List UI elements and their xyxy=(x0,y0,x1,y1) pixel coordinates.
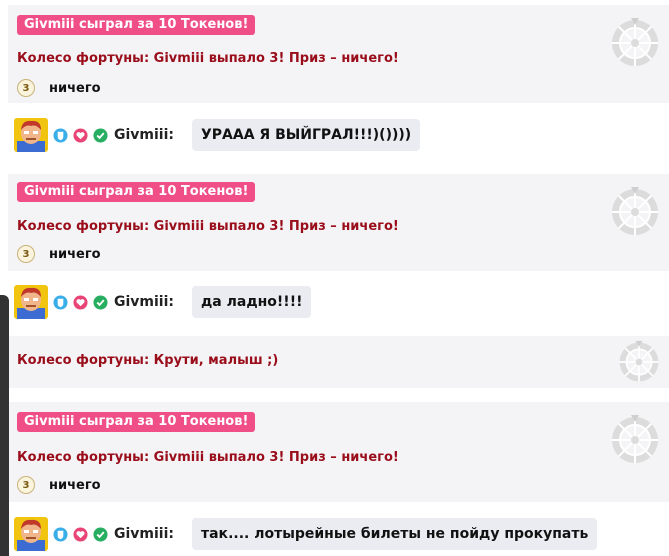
chat-feed: Givmiii сыграл за 10 Токенов! Колесо фор… xyxy=(0,0,669,556)
avatar[interactable] xyxy=(14,517,48,551)
username[interactable]: Givmiii: xyxy=(114,294,174,310)
message-bubble: УРААА Я ВЫЙГРАЛ!!!)()))) xyxy=(192,119,421,151)
username[interactable]: Givmiii: xyxy=(114,526,174,542)
prize-number-badge: 3 xyxy=(17,245,35,263)
message-bubble: да ладно!!!! xyxy=(192,286,312,318)
chat-message: Givmiii: да ладно!!!! xyxy=(14,283,312,321)
wheel-of-fortune-icon xyxy=(612,415,658,463)
wheel-result-block: Givmiii сыграл за 10 Токенов! Колесо фор… xyxy=(8,174,669,271)
token-badge: Givmiii сыграл за 10 Токенов! xyxy=(17,15,256,35)
token-badge: Givmiii сыграл за 10 Токенов! xyxy=(17,412,256,432)
shield-icon xyxy=(53,127,68,143)
prize-number-badge: 3 xyxy=(17,476,35,494)
prize-text: ничего xyxy=(49,246,101,262)
prize-row: 3 ничего xyxy=(17,244,101,264)
wheel-result-text: Колесо фортуны: Givmiii выпало 3! Приз –… xyxy=(17,51,399,66)
message-bubble: так.... лотырейные билеты не пойду проку… xyxy=(192,518,598,550)
username[interactable]: Givmiii: xyxy=(114,127,174,143)
wheel-spin-text: Колесо фортуны: Крути, малыш ;) xyxy=(17,353,279,368)
heart-icon xyxy=(73,127,88,143)
heart-icon xyxy=(73,526,88,542)
token-badge: Givmiii сыграл за 10 Токенов! xyxy=(17,182,256,202)
prize-text: ничего xyxy=(49,80,101,96)
heart-icon xyxy=(73,294,88,310)
prize-row: 3 ничего xyxy=(17,475,101,495)
avatar[interactable] xyxy=(14,118,48,152)
wheel-result-block: Givmiii сыграл за 10 Токенов! Колесо фор… xyxy=(8,5,669,103)
prize-number-badge: 3 xyxy=(17,79,35,97)
wheel-of-fortune-icon xyxy=(612,18,658,66)
check-icon xyxy=(93,294,108,310)
wheel-result-text: Колесо фортуны: Givmiii выпало 3! Приз –… xyxy=(17,450,399,465)
avatar[interactable] xyxy=(14,285,48,319)
shield-icon xyxy=(53,294,68,310)
wheel-of-fortune-icon xyxy=(612,187,658,235)
sidebar-edge xyxy=(0,295,9,556)
chat-message: Givmiii: УРААА Я ВЫЙГРАЛ!!!)()))) xyxy=(14,116,421,154)
chat-message: Givmiii: так.... лотырейные билеты не по… xyxy=(14,515,598,553)
check-icon xyxy=(93,526,108,542)
check-icon xyxy=(93,127,108,143)
prize-row: 3 ничего xyxy=(17,78,101,98)
wheel-result-block: Givmiii сыграл за 10 Токенов! Колесо фор… xyxy=(8,402,669,502)
shield-icon xyxy=(53,526,68,542)
wheel-result-text: Колесо фортуны: Givmiii выпало 3! Приз –… xyxy=(17,219,399,234)
wheel-spin-block: Колесо фортуны: Крути, малыш ;) xyxy=(8,336,669,388)
prize-text: ничего xyxy=(49,477,101,493)
wheel-of-fortune-icon xyxy=(619,340,659,382)
